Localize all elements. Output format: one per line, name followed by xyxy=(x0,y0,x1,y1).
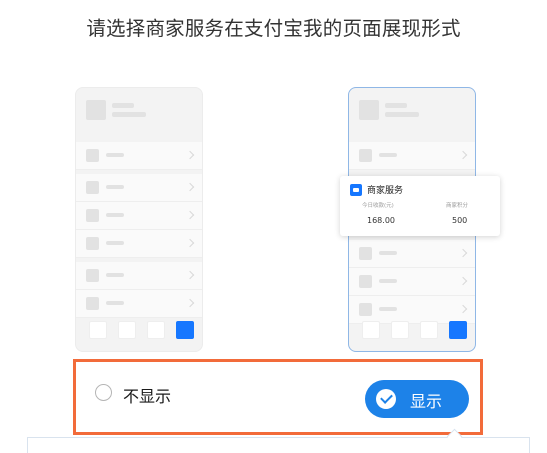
show-option-button[interactable]: 显示 xyxy=(365,380,469,418)
mockup-tabbar xyxy=(349,311,475,351)
list-item xyxy=(349,240,475,268)
today-income-label: 今日收款(元) xyxy=(362,203,394,209)
placeholder-line xyxy=(385,112,419,117)
checkmark-icon xyxy=(376,389,396,409)
tab-placeholder xyxy=(420,321,438,339)
tab-placeholder xyxy=(391,321,409,339)
page-title: 请选择商家服务在支付宝我的页面展现形式 xyxy=(86,17,461,40)
list-item xyxy=(349,268,475,296)
list-item xyxy=(76,262,202,290)
mockup-header xyxy=(76,88,202,142)
merchant-service-icon xyxy=(350,184,362,196)
preview-hidden-mockup xyxy=(75,87,203,352)
list-item xyxy=(76,230,202,258)
avatar xyxy=(86,100,106,120)
hide-option-label[interactable]: 不显示 xyxy=(123,383,171,407)
placeholder-line xyxy=(112,112,146,117)
merchant-service-card: 商家服务 今日收款(元) 商家积分 168.00 500 xyxy=(340,176,500,236)
mockup-tabbar xyxy=(76,311,202,351)
placeholder-line xyxy=(385,103,407,108)
list-item xyxy=(349,142,475,170)
mockup-header xyxy=(349,88,475,142)
mockup-list xyxy=(76,142,202,318)
tab-active-placeholder xyxy=(449,321,467,339)
show-option-label: 显示 xyxy=(410,392,443,411)
list-item xyxy=(76,174,202,202)
hide-radio[interactable] xyxy=(95,384,112,401)
tab-placeholder xyxy=(362,321,380,339)
today-income-value: 168.00 xyxy=(367,216,395,225)
tab-placeholder xyxy=(89,321,107,339)
card-title: 商家服务 xyxy=(367,186,404,196)
tab-placeholder xyxy=(118,321,136,339)
merchant-points-label: 商家积分 xyxy=(446,203,469,209)
tab-active-placeholder xyxy=(176,321,194,339)
list-item xyxy=(76,202,202,230)
merchant-points-value: 500 xyxy=(452,216,468,225)
tab-placeholder xyxy=(147,321,165,339)
placeholder-line xyxy=(112,103,134,108)
list-item xyxy=(76,142,202,170)
avatar xyxy=(359,100,379,120)
